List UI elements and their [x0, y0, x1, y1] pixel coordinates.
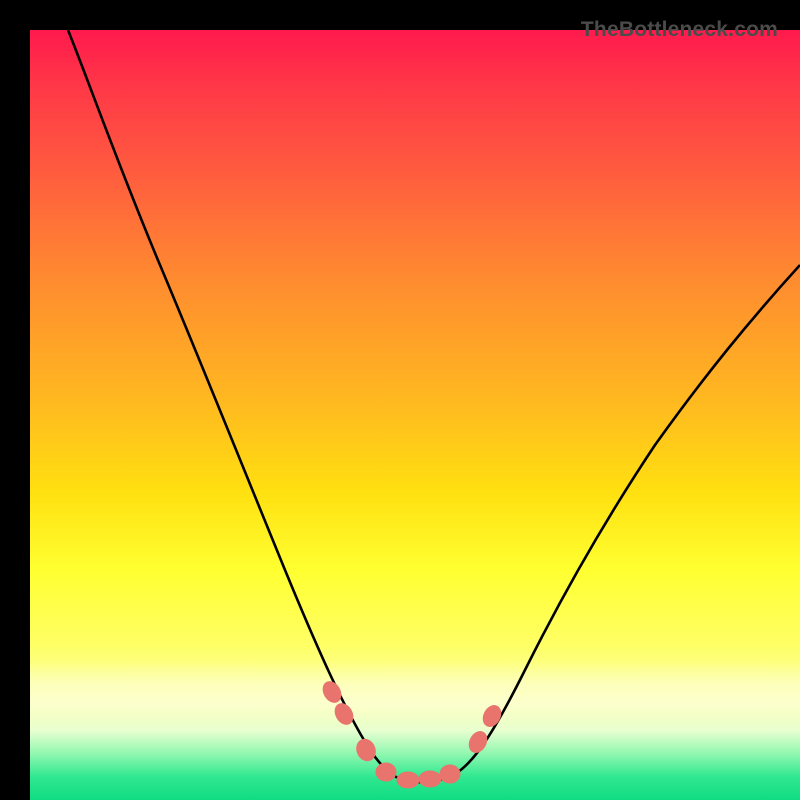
marker-dot — [440, 765, 460, 783]
marker-dot — [376, 763, 396, 781]
marker-dot — [320, 678, 345, 705]
marker-dot — [354, 736, 379, 763]
curve-layer — [30, 30, 800, 800]
watermark-text: TheBottleneck.com — [581, 18, 778, 42]
marker-dot — [332, 700, 357, 727]
plot-area — [30, 30, 800, 800]
marker-dot — [480, 703, 504, 730]
marker-dot — [397, 772, 419, 788]
chart-frame — [0, 0, 800, 800]
marker-dot — [419, 771, 441, 787]
curve-markers — [320, 678, 505, 788]
bottleneck-curve — [68, 30, 800, 782]
marker-dot — [466, 729, 490, 756]
